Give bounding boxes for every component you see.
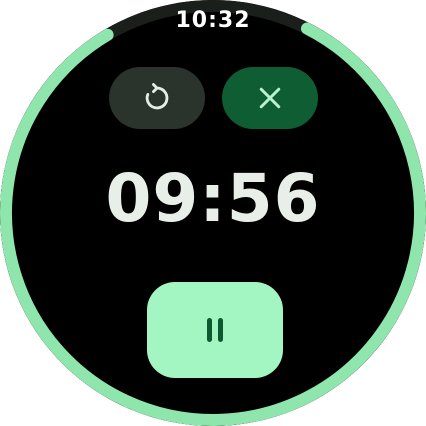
watch-face: 10:32 09:56 — [0, 0, 426, 426]
reset-icon — [145, 83, 169, 110]
watch-screen: 10:32 09:56 — [0, 0, 426, 426]
cancel-button[interactable] — [222, 67, 318, 129]
timer-remaining: 09:56 — [105, 160, 321, 237]
status-time: 10:32 — [175, 8, 251, 33]
pause-button[interactable] — [147, 282, 283, 378]
pause-icon — [207, 318, 223, 342]
reset-button[interactable] — [109, 67, 205, 129]
close-icon — [259, 87, 281, 109]
